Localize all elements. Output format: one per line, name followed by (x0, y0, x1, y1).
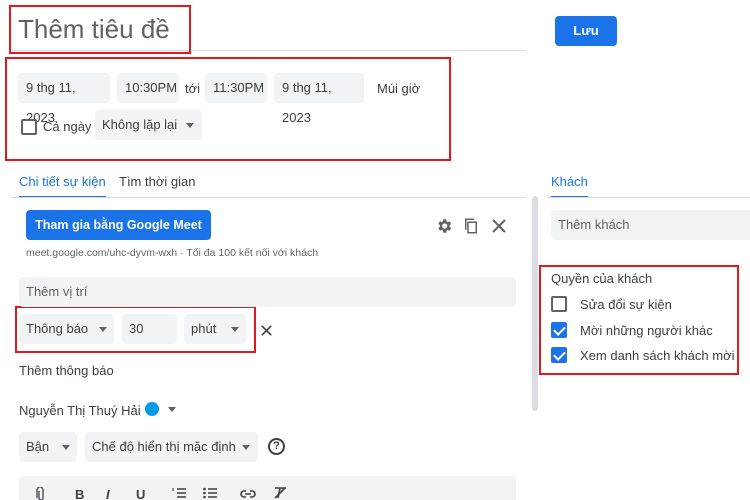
tab-event-details[interactable]: Chi tiết sự kiện (19, 174, 106, 189)
description-toolbar (19, 476, 516, 500)
notification-type-select[interactable]: Thông báo (19, 314, 114, 344)
underline-icon[interactable]: U (136, 487, 145, 500)
to-label: tới (185, 81, 201, 96)
bulleted-list-icon[interactable] (203, 487, 217, 500)
all-day-checkbox[interactable] (21, 119, 37, 135)
bold-icon[interactable]: B (75, 487, 84, 500)
start-time-field[interactable]: 10:30PM (117, 73, 179, 103)
calendar-color-dot[interactable] (145, 402, 159, 416)
tab-find-time[interactable]: Tìm thời gian (119, 174, 195, 189)
link-icon[interactable] (240, 487, 256, 500)
permission-invite-others-label: Mời những người khác (580, 323, 713, 338)
add-guest-input[interactable]: Thêm khách (551, 210, 750, 240)
save-button[interactable]: Lưu (555, 16, 617, 46)
busy-select[interactable]: Bận (19, 432, 77, 462)
repeat-select[interactable]: Không lặp lại (95, 110, 202, 140)
chevron-down-icon (99, 327, 107, 332)
notification-unit-select[interactable]: phút (184, 314, 246, 344)
close-icon[interactable] (487, 214, 511, 238)
all-day-label: Cả ngày (43, 119, 92, 134)
tabs-divider (12, 197, 526, 198)
numbered-list-icon[interactable] (172, 487, 186, 500)
clear-formatting-icon[interactable] (274, 487, 287, 500)
google-meet-button[interactable]: Tham gia bằng Google Meet (26, 210, 211, 240)
guests-divider (548, 197, 750, 198)
help-icon[interactable]: ? (268, 438, 285, 455)
permission-see-guest-list-checkbox[interactable] (551, 347, 567, 363)
chevron-down-icon (242, 445, 250, 450)
title-input[interactable]: Thêm tiêu đề (18, 14, 170, 45)
permission-modify-event-label: Sửa đổi sự kiện (580, 297, 672, 312)
notification-type-value: Thông báo (26, 321, 89, 336)
guest-permissions-title: Quyền của khách (551, 271, 653, 286)
busy-value: Bận (26, 439, 50, 454)
copy-icon[interactable] (459, 214, 483, 238)
title-underline (12, 50, 526, 51)
notification-unit-value: phút (191, 321, 217, 336)
visibility-select[interactable]: Chế độ hiển thị mặc định (85, 432, 258, 462)
chevron-down-icon (62, 445, 70, 450)
permission-modify-event-checkbox[interactable] (551, 296, 567, 312)
chevron-down-icon[interactable] (168, 407, 176, 412)
remove-notification-icon[interactable] (254, 318, 278, 342)
chevron-down-icon (186, 123, 194, 128)
scrollbar[interactable] (532, 196, 538, 411)
start-date-field[interactable]: 9 thg 11, 2023 (18, 73, 110, 125)
visibility-value: Chế độ hiển thị mặc định (92, 439, 236, 454)
tab-guests[interactable]: Khách (551, 174, 588, 189)
repeat-value: Không lặp lại (102, 117, 178, 132)
owner-name: Nguyễn Thị Thuý Hải (19, 403, 141, 418)
timezone-link[interactable]: Múi giờ (377, 81, 420, 96)
permission-see-guest-list-label: Xem danh sách khách mời (580, 348, 735, 363)
location-input[interactable]: Thêm vị trí (19, 277, 516, 307)
end-time-field[interactable]: 11:30PM (205, 73, 267, 103)
italic-icon[interactable]: I (106, 487, 110, 500)
attachment-icon[interactable] (36, 486, 46, 500)
permission-invite-others-checkbox[interactable] (551, 322, 567, 338)
chevron-down-icon (231, 327, 239, 332)
add-notification-link[interactable]: Thêm thông báo (19, 363, 114, 378)
gear-icon[interactable] (432, 214, 456, 238)
notification-amount-input[interactable]: 30 (122, 314, 177, 344)
meet-link[interactable]: meet.google.com/uhc-dyvm-wxh · Tối đa 10… (26, 247, 318, 259)
end-date-field[interactable]: 9 thg 11, 2023 (274, 73, 364, 125)
